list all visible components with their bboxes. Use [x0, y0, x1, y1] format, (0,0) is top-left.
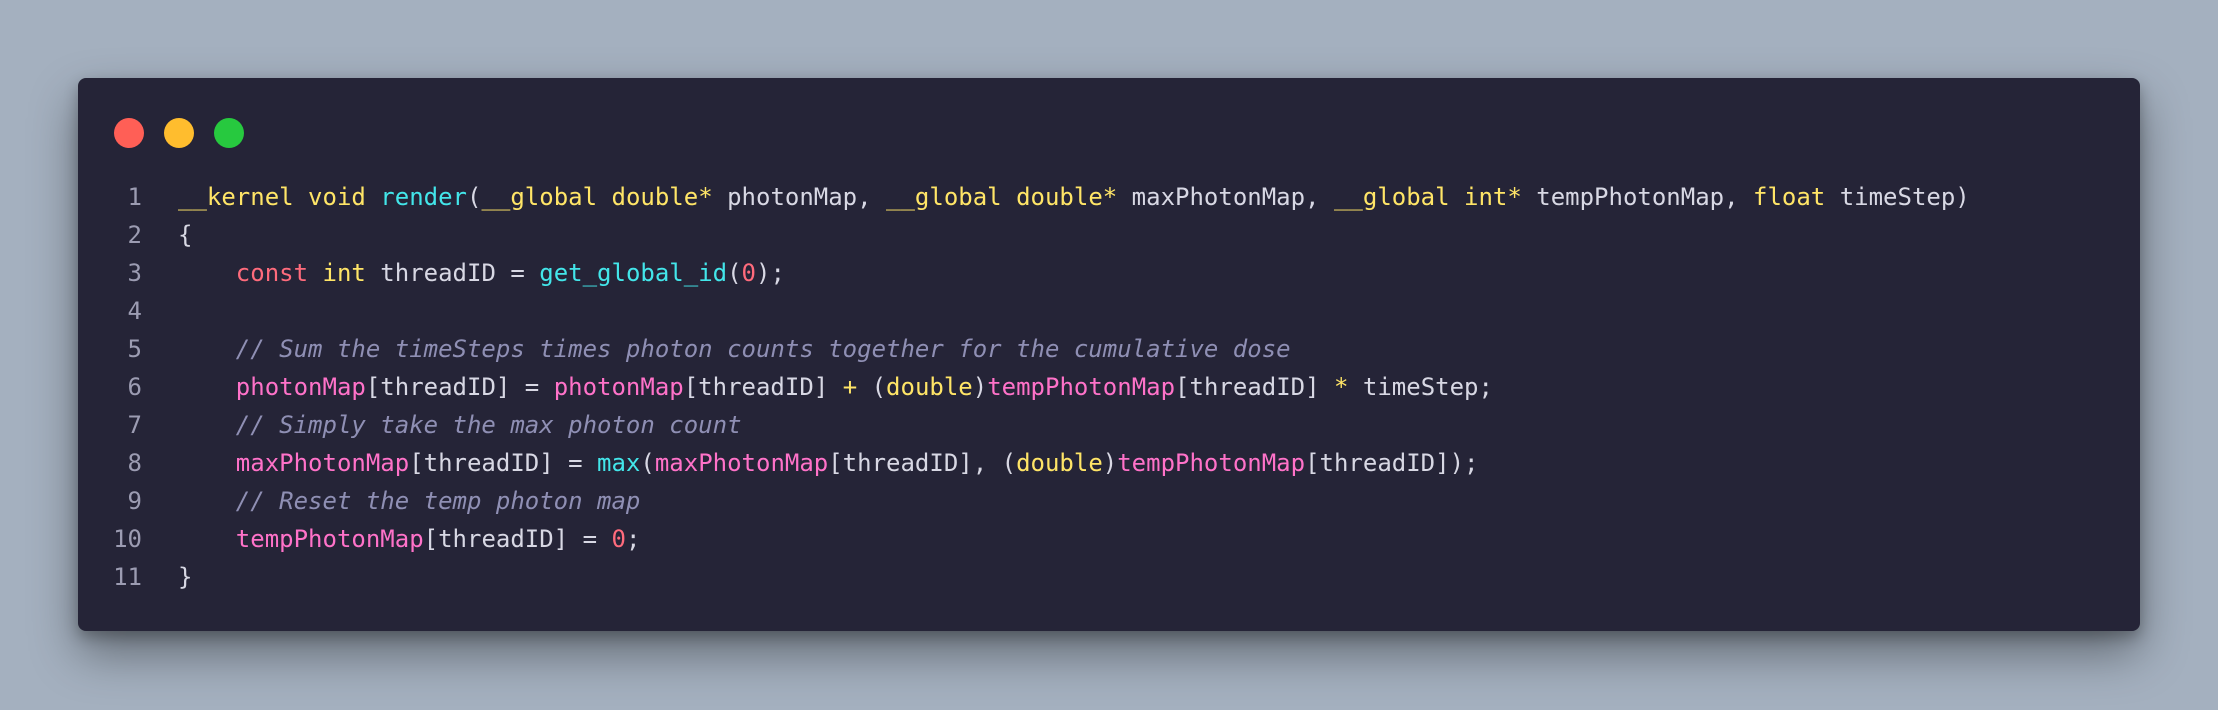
- code-token: (: [857, 373, 887, 401]
- line-number: 9: [127, 487, 142, 515]
- window-controls: [114, 118, 244, 148]
- code-token: tempPhotonMap: [1117, 449, 1306, 477]
- code-line: 3 const int threadID = get_global_id(0);: [78, 254, 2140, 292]
- code-token: threadID =: [365, 259, 540, 287]
- minimize-button[interactable]: [164, 118, 194, 148]
- code-token: [threadID] =: [365, 373, 554, 401]
- line-code: // Simply take the max photon count: [142, 406, 742, 444]
- line-number: 11: [113, 563, 142, 591]
- code-token: int: [322, 259, 366, 287]
- code-block: 1 __kernel void render(__global double* p…: [78, 178, 2140, 596]
- code-token: [threadID]: [1175, 373, 1334, 401]
- code-token: (: [467, 183, 482, 211]
- code-token: [threadID] =: [423, 525, 612, 553]
- code-token: +: [842, 373, 858, 401]
- code-token: // Reset the temp photon map: [235, 487, 641, 515]
- code-token: double: [1016, 449, 1103, 477]
- line-number: 6: [127, 373, 142, 401]
- code-line: 4: [78, 292, 2140, 330]
- code-line: 9 // Reset the temp photon map: [78, 482, 2140, 520]
- code-token: __global double*: [481, 183, 713, 211]
- code-token: [threadID]: [683, 373, 843, 401]
- code-token: // Sum the timeSteps times photon counts…: [235, 335, 1291, 363]
- maximize-button[interactable]: [214, 118, 244, 148]
- code-token: maxPhotonMap: [235, 449, 410, 477]
- line-code: }: [142, 558, 192, 596]
- code-token: tempPhotonMap: [987, 373, 1176, 401]
- code-token: photonMap: [235, 373, 366, 401]
- code-line: 6 photonMap[threadID] = photonMap[thread…: [78, 368, 2140, 406]
- code-token: maxPhotonMap: [654, 449, 829, 477]
- code-line: 8 maxPhotonMap[threadID] = max(maxPhoton…: [78, 444, 2140, 482]
- line-number: 2: [127, 221, 142, 249]
- line-code: photonMap[threadID] = photonMap[threadID…: [142, 368, 1493, 406]
- line-number: 5: [127, 335, 142, 363]
- code-token: );: [756, 259, 785, 287]
- code-token: ): [972, 373, 988, 401]
- line-code: __kernel void render(__global double* ph…: [142, 178, 1970, 216]
- code-token: [threadID] =: [409, 449, 598, 477]
- line-code: tempPhotonMap[threadID] = 0;: [142, 520, 641, 558]
- code-token: 0: [741, 259, 756, 287]
- code-token: [threadID]);: [1305, 449, 1479, 477]
- code-token: // Simply take the max photon count: [235, 411, 742, 439]
- code-token: max: [597, 449, 641, 477]
- code-token: render: [380, 183, 467, 211]
- code-token: [threadID], (: [828, 449, 1017, 477]
- code-token: 0: [611, 525, 626, 553]
- code-token: tempPhotonMap,: [1521, 183, 1753, 211]
- code-line: 1 __kernel void render(__global double* p…: [78, 178, 2140, 216]
- line-code: const int threadID = get_global_id(0);: [142, 254, 785, 292]
- code-token: double: [886, 373, 973, 401]
- code-token: get_global_id: [539, 259, 728, 287]
- code-token: *: [1334, 373, 1349, 401]
- code-token: (: [640, 449, 655, 477]
- code-token: __global double*: [886, 183, 1118, 211]
- line-number: 8: [127, 449, 142, 477]
- code-line: 11}: [78, 558, 2140, 596]
- code-token: float: [1753, 183, 1826, 211]
- line-number: 7: [127, 411, 142, 439]
- code-token: }: [178, 563, 193, 591]
- line-number: 1: [127, 183, 142, 211]
- line-code: {: [142, 216, 192, 254]
- line-number: 4: [127, 297, 142, 325]
- code-token: __global int*: [1333, 183, 1522, 211]
- code-token: (: [727, 259, 742, 287]
- close-button[interactable]: [114, 118, 144, 148]
- code-token: timeStep;: [1348, 373, 1493, 401]
- line-number: 3: [127, 259, 142, 287]
- code-line: 5 // Sum the timeSteps times photon coun…: [78, 330, 2140, 368]
- line-code: // Reset the temp photon map: [142, 482, 641, 520]
- code-token: ;: [625, 525, 641, 553]
- code-token: {: [178, 221, 193, 249]
- code-window: 1 __kernel void render(__global double* p…: [78, 78, 2140, 631]
- code-token: timeStep): [1825, 183, 1970, 211]
- code-token: photonMap: [553, 373, 684, 401]
- code-token: __kernel void: [178, 183, 381, 211]
- code-token: photonMap,: [712, 183, 887, 211]
- code-line: 10 tempPhotonMap[threadID] = 0;: [78, 520, 2140, 558]
- code-token: tempPhotonMap: [235, 525, 424, 553]
- code-token: maxPhotonMap,: [1117, 183, 1334, 211]
- line-number: 10: [113, 525, 142, 553]
- line-code: maxPhotonMap[threadID] = max(maxPhotonMa…: [142, 444, 1479, 482]
- line-code: // Sum the timeSteps times photon counts…: [142, 330, 1291, 368]
- code-line: 2{: [78, 216, 2140, 254]
- code-token: const: [235, 259, 309, 287]
- code-token: ): [1102, 449, 1118, 477]
- code-line: 7 // Simply take the max photon count: [78, 406, 2140, 444]
